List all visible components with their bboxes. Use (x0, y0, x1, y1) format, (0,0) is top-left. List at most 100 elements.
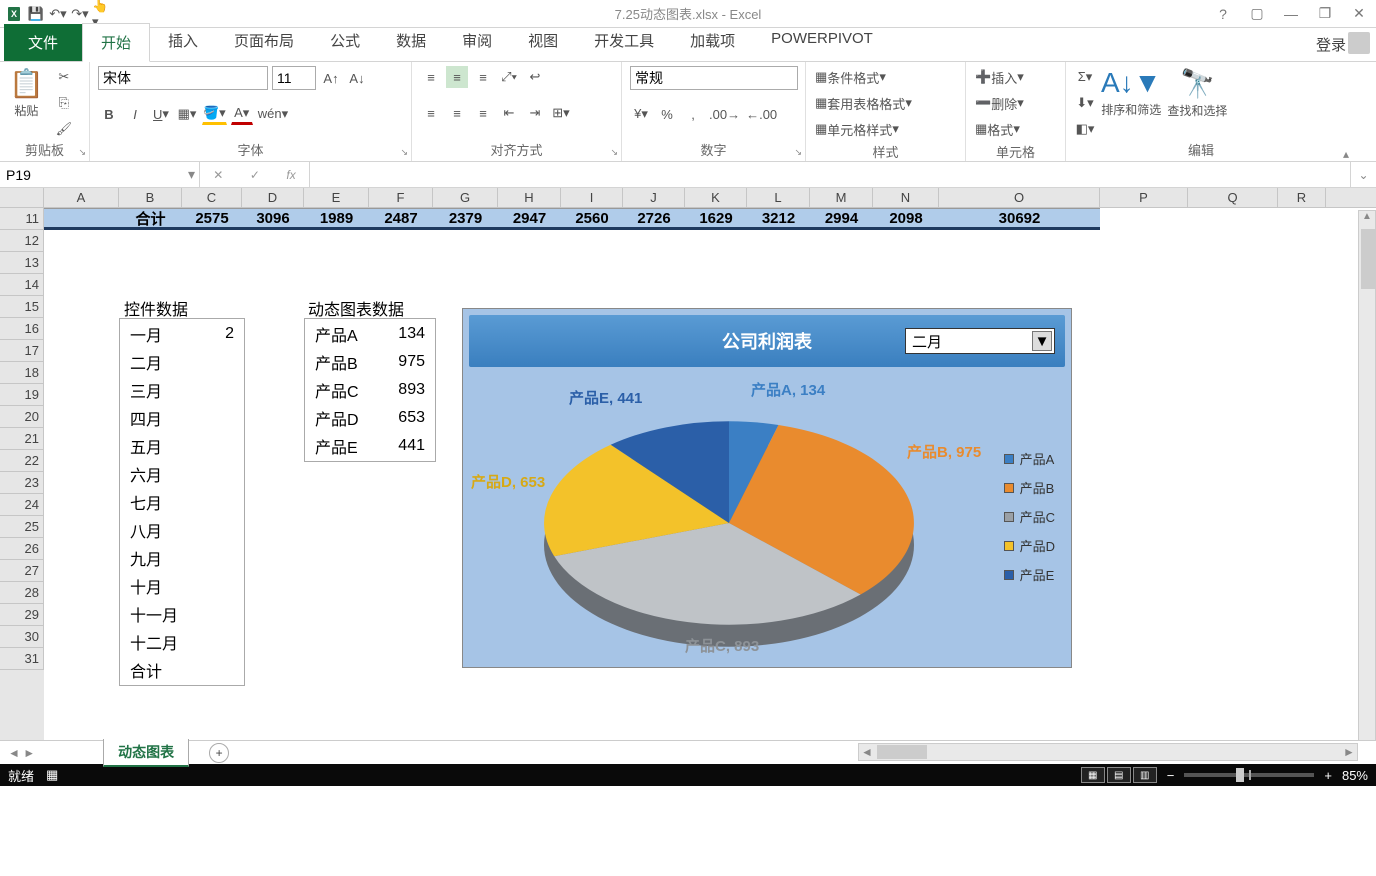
row-header-11[interactable]: 11 (0, 208, 44, 230)
save-icon[interactable]: 💾 (26, 4, 46, 24)
border-button[interactable]: ▦▾ (176, 103, 198, 125)
scroll-thumb[interactable] (1361, 229, 1375, 289)
help-button[interactable]: ? (1206, 0, 1240, 28)
row-header-26[interactable]: 26 (0, 538, 44, 560)
increase-decimal-icon[interactable]: .00→ (708, 103, 741, 125)
increase-font-icon[interactable]: A↑ (320, 67, 342, 89)
row-header-21[interactable]: 21 (0, 428, 44, 450)
col-header-H[interactable]: H (498, 188, 561, 207)
sheet-tab-active[interactable]: 动态图表 (103, 739, 189, 767)
row-header-23[interactable]: 23 (0, 472, 44, 494)
dialog-launcher-icon[interactable]: ↘ (400, 147, 408, 158)
percent-icon[interactable]: % (656, 103, 678, 125)
fill-icon[interactable]: ⬇▾ (1074, 92, 1096, 114)
number-format-select[interactable] (630, 66, 798, 90)
tab-页面布局[interactable]: 页面布局 (216, 22, 312, 61)
vertical-scrollbar[interactable]: ▲ ▼ (1358, 210, 1376, 758)
row-header-19[interactable]: 19 (0, 384, 44, 406)
font-size-select[interactable] (272, 66, 316, 90)
col-header-D[interactable]: D (242, 188, 304, 207)
decrease-font-icon[interactable]: A↓ (346, 67, 368, 89)
align-left-icon[interactable]: ≡ (420, 102, 442, 124)
dialog-launcher-icon[interactable]: ↘ (78, 147, 86, 158)
ribbon-display-button[interactable]: ▢ (1240, 0, 1274, 28)
tab-加载项[interactable]: 加载项 (672, 22, 753, 61)
delete-cells-button[interactable]: ➖ 删除 ▾ (974, 92, 1064, 114)
tab-数据[interactable]: 数据 (378, 22, 444, 61)
col-header-P[interactable]: P (1100, 188, 1188, 207)
scroll-left-icon[interactable]: ◄ (859, 745, 875, 759)
formula-bar[interactable] (310, 162, 1350, 187)
tab-开发工具[interactable]: 开发工具 (576, 22, 672, 61)
indent-increase-icon[interactable]: ⇥ (524, 102, 546, 124)
col-header-G[interactable]: G (433, 188, 498, 207)
row-header-27[interactable]: 27 (0, 560, 44, 582)
tab-开始[interactable]: 开始 (82, 23, 150, 62)
select-all-corner[interactable] (0, 188, 44, 207)
col-header-L[interactable]: L (747, 188, 810, 207)
horizontal-scrollbar[interactable]: ◄ ► (858, 743, 1358, 761)
cells-area[interactable]: 合计25753096198924872379294725602726162932… (44, 208, 1376, 740)
underline-button[interactable]: U▾ (150, 103, 172, 125)
merge-cells-icon[interactable]: ⊞▾ (550, 102, 572, 124)
avatar-icon[interactable] (1348, 32, 1370, 54)
col-header-A[interactable]: A (44, 188, 119, 207)
font-name-select[interactable] (98, 66, 268, 90)
indent-decrease-icon[interactable]: ⇤ (498, 102, 520, 124)
zoom-slider[interactable] (1184, 773, 1314, 777)
row-header-13[interactable]: 13 (0, 252, 44, 274)
col-header-J[interactable]: J (623, 188, 685, 207)
dialog-launcher-icon[interactable]: ↘ (794, 147, 802, 158)
macro-record-icon[interactable]: ▦ (46, 767, 58, 783)
align-middle-icon[interactable]: ≡ (446, 66, 468, 88)
page-layout-view-icon[interactable]: ▤ (1107, 767, 1131, 783)
close-button[interactable]: ✕ (1342, 0, 1376, 28)
cut-icon[interactable]: ✂ (53, 66, 75, 88)
row-header-30[interactable]: 30 (0, 626, 44, 648)
login-link[interactable]: 登录 (1316, 34, 1346, 55)
tab-file[interactable]: 文件 (4, 24, 82, 61)
col-header-R[interactable]: R (1278, 188, 1326, 207)
minimize-button[interactable]: — (1274, 0, 1308, 28)
autosum-icon[interactable]: Σ▾ (1074, 66, 1096, 88)
row-header-25[interactable]: 25 (0, 516, 44, 538)
formula-bar-expand-icon[interactable]: ⌄ (1350, 162, 1376, 187)
format-cells-button[interactable]: ▦ 格式 ▾ (974, 118, 1064, 140)
cell-styles-button[interactable]: ▦ 单元格样式 ▾ (814, 118, 964, 140)
col-header-N[interactable]: N (873, 188, 939, 207)
row-header-14[interactable]: 14 (0, 274, 44, 296)
italic-button[interactable]: I (124, 103, 146, 125)
row-header-28[interactable]: 28 (0, 582, 44, 604)
row-header-12[interactable]: 12 (0, 230, 44, 252)
tab-插入[interactable]: 插入 (150, 22, 216, 61)
col-header-K[interactable]: K (685, 188, 747, 207)
row-header-22[interactable]: 22 (0, 450, 44, 472)
clear-icon[interactable]: ◧▾ (1074, 118, 1096, 140)
row-header-24[interactable]: 24 (0, 494, 44, 516)
bold-button[interactable]: B (98, 103, 120, 125)
row-header-20[interactable]: 20 (0, 406, 44, 428)
decrease-decimal-icon[interactable]: ←.00 (745, 103, 778, 125)
enter-icon[interactable]: ✓ (250, 168, 260, 182)
tab-审阅[interactable]: 审阅 (444, 22, 510, 61)
find-select-button[interactable]: 🔭查找和选择 (1166, 66, 1228, 120)
col-header-B[interactable]: B (119, 188, 182, 207)
align-center-icon[interactable]: ≡ (446, 102, 468, 124)
row-header-15[interactable]: 15 (0, 296, 44, 318)
undo-icon[interactable]: ↶▾ (48, 4, 68, 24)
fx-icon[interactable]: fx (286, 168, 295, 182)
col-header-I[interactable]: I (561, 188, 623, 207)
currency-icon[interactable]: ¥▾ (630, 103, 652, 125)
scroll-up-icon[interactable]: ▲ (1359, 211, 1375, 227)
zoom-level[interactable]: 85% (1342, 768, 1368, 783)
orientation-icon[interactable]: ⤢▾ (498, 66, 520, 88)
phonetic-button[interactable]: wén▾ (257, 103, 289, 125)
copy-icon[interactable]: ⎘ (53, 92, 75, 114)
align-bottom-icon[interactable]: ≡ (472, 66, 494, 88)
page-break-view-icon[interactable]: ▥ (1133, 767, 1157, 783)
col-header-Q[interactable]: Q (1188, 188, 1278, 207)
month-dropdown[interactable]: 二月 ▼ (905, 328, 1055, 354)
zoom-in-icon[interactable]: + (1324, 768, 1332, 783)
align-right-icon[interactable]: ≡ (472, 102, 494, 124)
row-header-29[interactable]: 29 (0, 604, 44, 626)
